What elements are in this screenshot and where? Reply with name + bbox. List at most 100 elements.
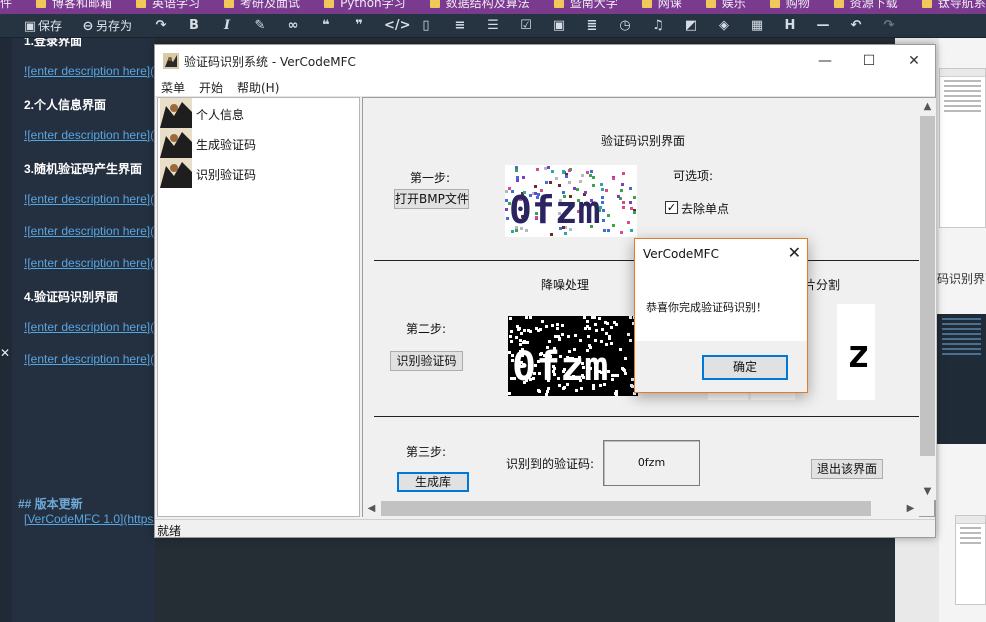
file-icon: ▯ bbox=[422, 18, 430, 33]
noise-pixel bbox=[505, 208, 508, 211]
close-icon[interactable]: ✕ bbox=[0, 346, 10, 360]
link-button[interactable]: ∞ bbox=[285, 18, 301, 34]
scroll-right-icon[interactable]: ▶ bbox=[902, 500, 919, 517]
md-line[interactable]: [VerCodeMFC 1.0](https: bbox=[24, 512, 155, 526]
redo2-button[interactable]: ↷ bbox=[881, 18, 897, 34]
md-line[interactable]: ![enter description here]( bbox=[24, 192, 154, 206]
close-button[interactable]: ✕ bbox=[891, 45, 937, 77]
bold-button[interactable]: B bbox=[186, 18, 202, 34]
bookmark-item[interactable]: Python学习 bbox=[324, 0, 406, 12]
redo-button[interactable]: ↷ bbox=[153, 18, 169, 34]
noise-pixel bbox=[536, 168, 539, 171]
bookmark-item[interactable]: 考研及面试 bbox=[224, 0, 300, 12]
maximize-icon: ☐ bbox=[862, 53, 876, 69]
undo-button[interactable]: ↶ bbox=[848, 18, 864, 34]
segment-cell: z bbox=[837, 304, 875, 400]
ordered-list-button[interactable]: ≡ bbox=[452, 18, 468, 34]
noise-pixel bbox=[627, 333, 630, 336]
noise-pixel bbox=[613, 321, 616, 324]
noise-pixel bbox=[612, 177, 615, 180]
image-button[interactable]: ▣ bbox=[551, 18, 567, 34]
noise-pixel bbox=[522, 176, 525, 179]
noise-pixel bbox=[550, 233, 553, 236]
md-line[interactable]: ![enter description here]( bbox=[24, 352, 154, 366]
quote-alt-button[interactable]: ❞ bbox=[351, 18, 367, 34]
md-line[interactable]: ![enter description here]( bbox=[24, 256, 154, 270]
bookmark-item[interactable]: 娱乐 bbox=[705, 0, 746, 12]
music-button[interactable]: ♫ bbox=[650, 18, 666, 34]
recognize-captcha-button[interactable]: 识别验证码 bbox=[390, 351, 463, 371]
exit-button[interactable]: 退出该界面 bbox=[811, 459, 883, 479]
chart-button[interactable]: ◩ bbox=[683, 18, 699, 34]
bookmark-item[interactable]: 暨南大学 bbox=[553, 0, 618, 12]
heading-button[interactable]: H bbox=[782, 18, 798, 34]
title-bar[interactable]: 验证码识别系统 - VerCodeMFC — ☐ ✕ bbox=[155, 45, 935, 77]
md-line[interactable]: ![enter description here]( bbox=[24, 64, 154, 78]
bookmark-item[interactable]: 资源下载 bbox=[833, 0, 898, 12]
noise-pixel bbox=[611, 374, 614, 377]
tree-item-recognize-captcha[interactable]: 识别验证码 bbox=[160, 158, 356, 188]
bookmark-item[interactable]: 数据结构及算法 bbox=[429, 0, 530, 12]
bookmark-item[interactable]: 钛导航系 bbox=[921, 0, 986, 12]
maximize-button[interactable]: ☐ bbox=[846, 45, 892, 77]
clock-button[interactable]: ◷ bbox=[617, 18, 633, 34]
file-button[interactable]: ▯ bbox=[418, 18, 434, 34]
md-line[interactable]: ![enter description here]( bbox=[24, 320, 154, 334]
menu-item[interactable]: 开始 bbox=[199, 79, 223, 96]
menu-item[interactable]: 菜单 bbox=[161, 79, 185, 96]
italic-button[interactable]: I bbox=[219, 18, 235, 34]
bookmark-item[interactable]: 网课 bbox=[641, 0, 682, 12]
dialog-close-icon[interactable]: ✕ bbox=[788, 243, 801, 262]
remove-single-point-checkbox[interactable]: ✓ bbox=[665, 201, 678, 214]
noise-pixel bbox=[621, 367, 624, 370]
quote-button[interactable]: ❝ bbox=[318, 18, 334, 34]
scroll-thumb[interactable] bbox=[920, 116, 935, 456]
ok-button[interactable]: 确定 bbox=[702, 355, 788, 380]
md-line[interactable]: ![enter description here]( bbox=[24, 224, 154, 238]
noise-pixel bbox=[621, 183, 624, 186]
md-line[interactable]: ![enter description here]( bbox=[24, 128, 154, 142]
noise-pixel bbox=[561, 324, 564, 327]
noise-pixel bbox=[593, 316, 596, 319]
scroll-down-icon[interactable]: ▼ bbox=[919, 483, 936, 500]
result-field[interactable]: 0fzm bbox=[603, 440, 700, 486]
vertical-scrollbar[interactable]: ▲ ▼ bbox=[919, 98, 936, 500]
tree-item-personal-info[interactable]: 个人信息 bbox=[160, 98, 356, 128]
md-line: 2.个人信息界面 bbox=[24, 98, 107, 112]
horizontal-scrollbar[interactable]: ◀ ▶ bbox=[363, 500, 919, 517]
noise-pixel bbox=[614, 374, 617, 377]
markdown-editor[interactable]: 1.登录界面 ![enter description here]( 2.个人信息… bbox=[0, 38, 155, 622]
noise-pixel bbox=[629, 201, 632, 204]
md-line: 1.登录界面 bbox=[24, 38, 83, 48]
bookmark-item[interactable]: 博客和邮箱 bbox=[36, 0, 112, 12]
hr-button[interactable]: — bbox=[815, 18, 831, 34]
generate-library-button[interactable]: 生成库 bbox=[397, 472, 469, 492]
noise-pixel bbox=[592, 176, 595, 179]
tree-item-generate-captcha[interactable]: 生成验证码 bbox=[160, 128, 356, 158]
save-button[interactable]: ▣ 保存 bbox=[22, 18, 62, 34]
link-icon: ∞ bbox=[287, 18, 299, 33]
task-list-button[interactable]: ☑ bbox=[518, 18, 534, 34]
bookmark-item[interactable]: 购物 bbox=[769, 0, 810, 12]
align-button[interactable]: ≣ bbox=[584, 18, 600, 34]
table-button[interactable]: ▦ bbox=[749, 18, 765, 34]
open-bmp-button[interactable]: 打开BMP文件 bbox=[394, 189, 469, 209]
noise-pixel bbox=[561, 333, 564, 336]
scroll-thumb[interactable] bbox=[381, 501, 871, 516]
bookmark-item[interactable]: 英语学习 bbox=[136, 0, 200, 12]
noise-pixel bbox=[610, 342, 613, 345]
minimize-button[interactable]: — bbox=[802, 45, 848, 77]
noise-pixel bbox=[586, 320, 589, 323]
menu-item[interactable]: 帮助(H) bbox=[237, 79, 279, 96]
scroll-up-icon[interactable]: ▲ bbox=[919, 98, 936, 115]
scroll-left-icon[interactable]: ◀ bbox=[363, 500, 380, 517]
bookmark-item[interactable]: 件 bbox=[0, 0, 12, 12]
noise-pixel bbox=[629, 339, 632, 342]
save-as-button[interactable]: ⊖ 另存为 bbox=[80, 18, 132, 34]
mindmap-button[interactable]: ◈ bbox=[716, 18, 732, 34]
code-button[interactable]: </> bbox=[384, 18, 411, 34]
redo-icon: ↷ bbox=[155, 18, 167, 33]
music-icon: ♫ bbox=[652, 18, 664, 33]
brush-button[interactable]: ✎ bbox=[252, 18, 268, 34]
unordered-list-button[interactable]: ☰ bbox=[485, 18, 501, 34]
